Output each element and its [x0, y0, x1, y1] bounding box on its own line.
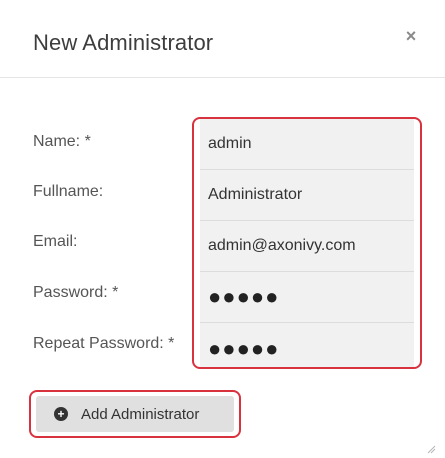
add-administrator-label: Add Administrator — [81, 405, 200, 423]
dialog-header: New Administrator × — [0, 0, 445, 78]
password-label: Password: * — [33, 284, 119, 301]
email-label: Email: — [33, 233, 78, 250]
inputs-highlight-box — [192, 117, 422, 369]
fullname-field[interactable] — [200, 170, 414, 221]
email-field[interactable] — [200, 221, 414, 272]
name-field[interactable] — [200, 119, 414, 170]
password-field[interactable] — [200, 272, 414, 323]
resize-handle-icon[interactable] — [426, 444, 436, 454]
name-input[interactable] — [200, 119, 414, 169]
dialog-title: New Administrator — [33, 30, 214, 55]
close-icon[interactable]: × — [403, 27, 419, 45]
add-administrator-button[interactable]: + Add Administrator — [36, 396, 234, 432]
repeat-password-field[interactable] — [200, 323, 414, 367]
fullname-input[interactable] — [200, 170, 414, 220]
password-input[interactable] — [200, 272, 414, 322]
repeat-password-label: Repeat Password: * — [33, 335, 175, 352]
email-input[interactable] — [200, 221, 414, 271]
repeat-password-input[interactable] — [200, 323, 414, 367]
name-label: Name: * — [33, 133, 91, 150]
plus-circle-icon: + — [54, 407, 68, 421]
fullname-label: Fullname: — [33, 183, 104, 200]
